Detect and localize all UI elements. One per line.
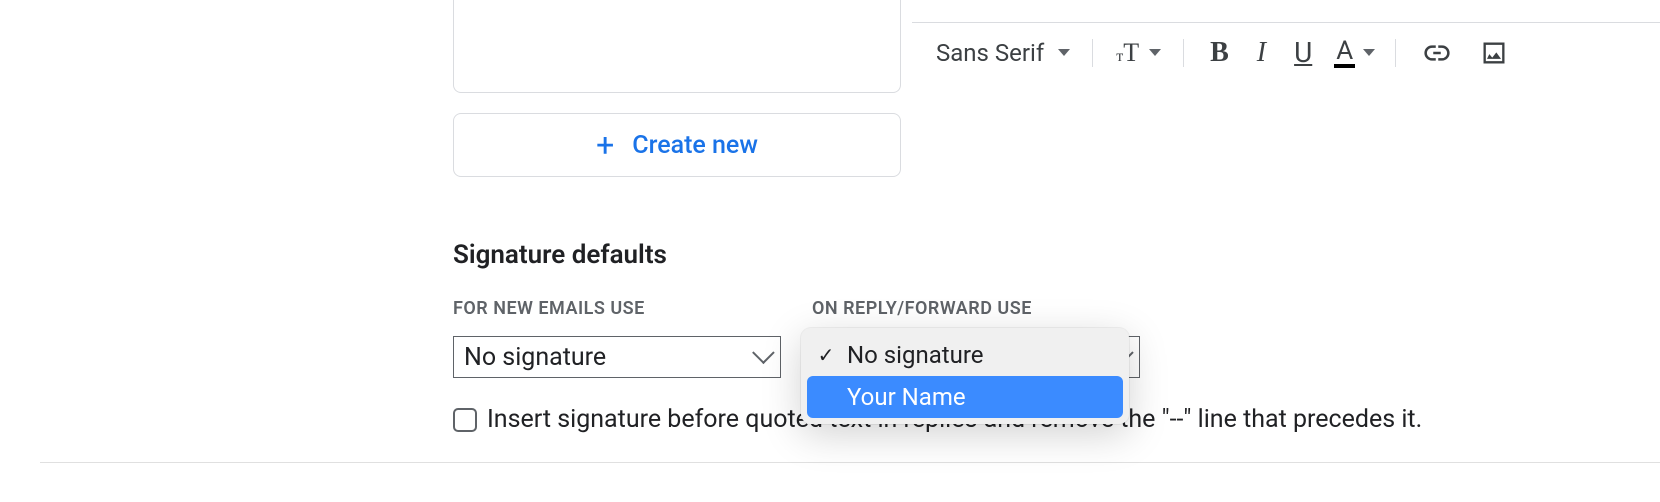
font-size-icon: тT: [1115, 38, 1139, 68]
signature-editor-toolbar: Sans Serif тT B I U A: [912, 22, 1660, 82]
italic-button[interactable]: I: [1243, 23, 1280, 82]
insert-before-quote-checkbox[interactable]: [453, 408, 477, 432]
toolbar-divider: [1395, 39, 1396, 67]
create-new-label: Create new: [632, 131, 758, 160]
insert-image-button[interactable]: [1466, 23, 1522, 82]
on-reply-forward-label: ON REPLY/FORWARD USE: [812, 298, 1032, 319]
for-new-emails-label: FOR NEW EMAILS USE: [453, 298, 645, 319]
toolbar-divider: [1183, 39, 1184, 67]
insert-link-button[interactable]: [1408, 23, 1466, 82]
font-family-label: Sans Serif: [936, 39, 1044, 67]
dropdown-option-no-signature[interactable]: ✓ No signature: [807, 334, 1123, 376]
chevron-down-icon: [1363, 49, 1375, 56]
create-new-signature-button[interactable]: + Create new: [453, 113, 901, 177]
check-icon: ✓: [815, 343, 837, 367]
image-icon: [1480, 39, 1508, 67]
chevron-down-icon: [1149, 49, 1161, 56]
for-new-emails-select[interactable]: No signature: [453, 336, 781, 378]
text-color-button[interactable]: A: [1326, 38, 1383, 68]
dropdown-option-label: Your Name: [847, 383, 966, 411]
dropdown-option-your-name[interactable]: Your Name: [807, 376, 1123, 418]
signature-dropdown-menu: ✓ No signature Your Name: [801, 328, 1129, 424]
bold-button[interactable]: B: [1196, 23, 1243, 82]
chevron-down-icon: [1058, 49, 1070, 56]
plus-icon: +: [596, 129, 614, 161]
underline-button[interactable]: U: [1280, 23, 1326, 82]
link-icon: [1422, 38, 1452, 68]
text-color-icon: A: [1334, 38, 1355, 68]
signature-list-panel: [453, 0, 901, 93]
section-divider: [40, 462, 1660, 463]
signature-defaults-heading: Signature defaults: [453, 240, 667, 270]
dropdown-option-label: No signature: [847, 341, 984, 369]
toolbar-divider: [1092, 39, 1093, 67]
for-new-emails-value: No signature: [464, 343, 606, 372]
font-family-select[interactable]: Sans Serif: [926, 23, 1080, 83]
font-size-button[interactable]: тT: [1105, 23, 1171, 83]
